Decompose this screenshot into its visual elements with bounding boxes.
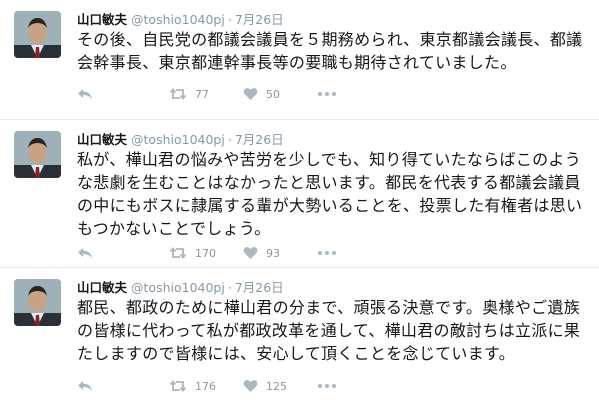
retweet-button[interactable]: 77 xyxy=(169,87,243,101)
more-button[interactable] xyxy=(317,383,337,389)
display-name[interactable]: 山口敏夫 xyxy=(77,12,127,27)
avatar[interactable] xyxy=(14,11,61,58)
like-button[interactable]: 93 xyxy=(243,246,317,260)
user-handle[interactable]: @toshio1040pj xyxy=(131,280,225,295)
tweet-text: 私が、樺山君の悩みや苦労を少しでも、知り得ていたならばこのよう な悲劇を生むこと… xyxy=(77,150,583,238)
reply-button[interactable] xyxy=(77,87,169,101)
reply-button[interactable] xyxy=(77,246,169,260)
like-count: 50 xyxy=(266,87,280,101)
tweet-timeline: 山口敏夫 @toshio1040pj · 7月26日 その後、自民党の都議会議員を５期… xyxy=(0,0,599,407)
separator: · xyxy=(227,132,232,147)
more-button[interactable] xyxy=(317,250,337,256)
tweet-text: その後、自民党の都議会議員を５期務められ、東京都議会議長、都議 会幹事長、東京都… xyxy=(77,30,583,72)
more-button[interactable] xyxy=(317,91,337,97)
like-button[interactable]: 125 xyxy=(243,379,317,393)
avatar[interactable] xyxy=(14,279,61,326)
display-name[interactable]: 山口敏夫 xyxy=(77,280,127,295)
tweet-date[interactable]: 7月26日 xyxy=(235,132,284,147)
separator: · xyxy=(227,280,232,295)
tweet-date[interactable]: 7月26日 xyxy=(235,12,284,27)
heart-icon xyxy=(243,246,258,260)
retweet-icon xyxy=(169,379,187,393)
reply-icon xyxy=(77,87,93,101)
tweet-2[interactable]: 山口敏夫 @toshio1040pj · 7月26日 私が、樺山君の悩みや苦労を少しで… xyxy=(0,120,599,268)
heart-icon xyxy=(243,379,258,393)
retweet-count: 176 xyxy=(195,379,216,393)
user-handle[interactable]: @toshio1040pj xyxy=(131,12,225,27)
separator: · xyxy=(227,12,232,27)
like-count: 125 xyxy=(266,379,287,393)
display-name[interactable]: 山口敏夫 xyxy=(77,132,127,147)
tweet-header: 山口敏夫 @toshio1040pj · 7月26日 xyxy=(77,129,284,148)
retweet-icon xyxy=(169,87,187,101)
tweet-actions: 77 50 xyxy=(77,84,377,104)
retweet-count: 170 xyxy=(195,246,216,260)
tweet-date[interactable]: 7月26日 xyxy=(235,280,284,295)
retweet-count: 77 xyxy=(195,87,209,101)
tweet-3[interactable]: 山口敏夫 @toshio1040pj · 7月26日 都民、都政のために樺山君の分まで… xyxy=(0,268,599,407)
retweet-button[interactable]: 170 xyxy=(169,246,243,260)
tweet-1[interactable]: 山口敏夫 @toshio1040pj · 7月26日 その後、自民党の都議会議員を５期… xyxy=(0,0,599,120)
like-button[interactable]: 50 xyxy=(243,87,317,101)
tweet-header: 山口敏夫 @toshio1040pj · 7月26日 xyxy=(77,277,284,296)
tweet-text: 都民、都政のために樺山君の分まで、頑張る決意です。奥様やご遺族 の皆様に代わって… xyxy=(77,298,581,363)
more-icon xyxy=(317,91,337,97)
user-handle[interactable]: @toshio1040pj xyxy=(131,132,225,147)
more-icon xyxy=(317,383,337,389)
retweet-button[interactable]: 176 xyxy=(169,379,243,393)
like-count: 93 xyxy=(266,246,280,260)
reply-icon xyxy=(77,379,93,393)
reply-button[interactable] xyxy=(77,379,169,393)
tweet-actions: 176 125 xyxy=(77,376,377,396)
more-icon xyxy=(317,250,337,256)
reply-icon xyxy=(77,246,93,260)
heart-icon xyxy=(243,87,258,101)
retweet-icon xyxy=(169,246,187,260)
tweet-header: 山口敏夫 @toshio1040pj · 7月26日 xyxy=(77,9,284,28)
avatar[interactable] xyxy=(14,131,61,178)
tweet-actions: 170 93 xyxy=(77,243,377,263)
